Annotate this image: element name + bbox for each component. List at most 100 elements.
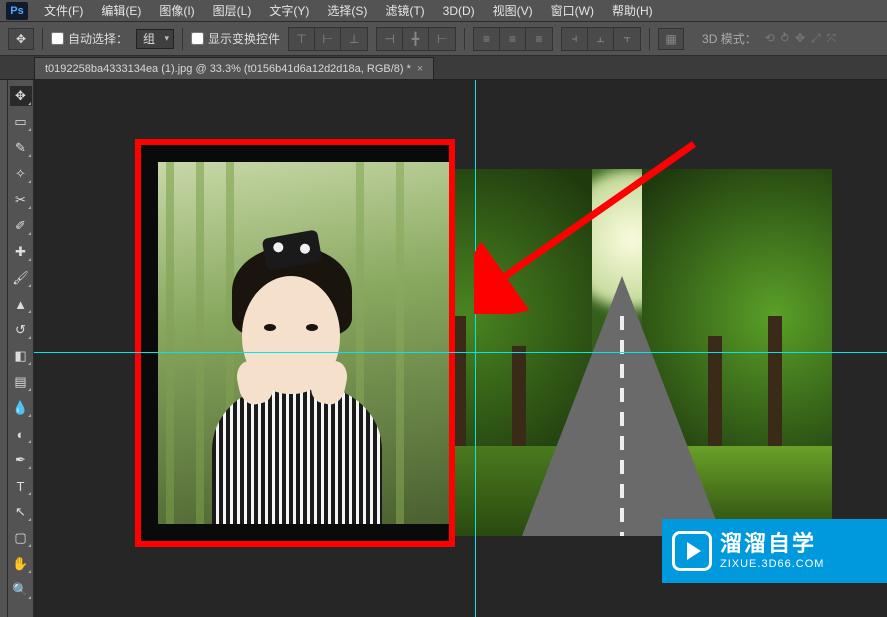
brush-tool[interactable]: 🖌 [10,268,32,288]
menu-3d[interactable]: 3D(D) [435,2,483,20]
menu-image[interactable]: 图像(I) [151,0,202,21]
divider [182,28,183,50]
road-line [620,316,624,536]
slide-3d-icon[interactable]: ⤢ [811,31,821,46]
flyout-indicator-icon [28,206,31,209]
menu-layer[interactable]: 图层(L) [205,0,260,21]
move-tool-indicator-icon[interactable]: ✥ [8,28,34,50]
flyout-indicator-icon [28,258,31,261]
document-tab-title: t0192258ba4333134ea (1).jpg @ 33.3% (t01… [45,63,411,75]
align-group-1: ⊤ ⊢ ⊥ [288,27,368,51]
path-select-tool[interactable]: ↖ [10,502,32,522]
show-transform-checkbox[interactable]: 显示变换控件 [191,30,280,47]
flyout-indicator-icon [28,154,31,157]
flyout-indicator-icon [28,232,31,235]
flyout-indicator-icon [28,466,31,469]
divider [649,28,650,50]
menu-type[interactable]: 文字(Y) [261,0,317,21]
roll-3d-icon[interactable]: ⥁ [781,31,789,46]
lasso-tool[interactable]: ✎ [10,138,32,158]
align-vcenter-icon[interactable]: ⊢ [315,28,341,50]
flyout-indicator-icon [28,336,31,339]
eyedropper-tool[interactable]: ✐ [10,216,32,236]
dist-top-icon[interactable]: ≡ [474,28,500,50]
bamboo [396,162,404,524]
mode3d-label: 3D 模式： [702,30,757,47]
pan-3d-icon[interactable]: ✥ [795,31,805,46]
show-transform-label: 显示变换控件 [208,30,280,47]
flyout-indicator-icon [28,518,31,521]
options-bar: ✥ 自动选择： 组 显示变换控件 ⊤ ⊢ ⊥ ⊣ ╋ ⊢ ≡ ≡ ≡ ⫞ ⫠ ⫟… [0,22,887,56]
flyout-indicator-icon [28,310,31,313]
figure-eye [306,324,318,331]
flyout-indicator-icon [28,102,31,105]
pen-tool[interactable]: ✒ [10,450,32,470]
menu-edit[interactable]: 编辑(E) [93,0,149,21]
dodge-tool[interactable]: ◐ [10,424,32,444]
eraser-tool[interactable]: ◧ [10,346,32,366]
move-tool[interactable]: ✥ [10,86,32,106]
flyout-indicator-icon [28,596,31,599]
align-top-icon[interactable]: ⊤ [289,28,315,50]
menu-bar: Ps 文件(F) 编辑(E) 图像(I) 图层(L) 文字(Y) 选择(S) 滤… [0,0,887,22]
document-tab-bar: t0192258ba4333134ea (1).jpg @ 33.3% (t01… [0,56,887,80]
hand-tool[interactable]: ✋ [10,554,32,574]
zoom-tool[interactable]: 🔍 [10,580,32,600]
menu-view[interactable]: 视图(V) [485,0,541,21]
orbit-3d-icon[interactable]: ⟲ [765,31,775,46]
healing-brush-tool[interactable]: ✚ [10,242,32,262]
menu-window[interactable]: 窗口(W) [543,0,602,21]
history-brush-tool[interactable]: ↺ [10,320,32,340]
scale-3d-icon[interactable]: ⤧ [827,31,837,46]
marquee-tool[interactable]: ▭ [10,112,32,132]
bamboo [166,162,174,524]
dist-hcenter-icon[interactable]: ⫠ [588,28,614,50]
flyout-indicator-icon [28,284,31,287]
close-tab-icon[interactable]: × [417,63,423,75]
auto-select-checkbox[interactable]: 自动选择： [51,30,128,47]
collapse-strip[interactable] [0,80,8,617]
flyout-indicator-icon [28,440,31,443]
dist-right-icon[interactable]: ⫟ [614,28,640,50]
guide-vertical[interactable] [475,80,476,617]
menu-select[interactable]: 选择(S) [319,0,375,21]
gradient-tool[interactable]: ▤ [10,372,32,392]
flyout-indicator-icon [28,128,31,131]
toolbox: ✥ ▭ ✎ ✧ ✂ ✐ ✚ 🖌 ▲ ↺ ◧ ▤ 💧 ◐ ✒ T ↖ ▢ ✋ 🔍 [8,80,34,617]
crop-tool[interactable]: ✂ [10,190,32,210]
type-tool[interactable]: T [10,476,32,496]
menu-file[interactable]: 文件(F) [36,0,91,21]
auto-select-type-value: 组 [143,30,155,47]
magic-wand-tool[interactable]: ✧ [10,164,32,184]
mode3d-icons: ⟲ ⥁ ✥ ⤢ ⤧ [765,31,837,46]
canvas-area[interactable]: 溜溜自学 ZIXUE.3D66.COM [34,80,887,617]
auto-align-icon[interactable]: ▦ [658,28,684,50]
layer-portrait-image[interactable] [158,162,449,524]
figure-body [212,386,382,524]
dist-left-icon[interactable]: ⫞ [562,28,588,50]
annotation-selection-box [135,139,455,547]
menu-filter[interactable]: 滤镜(T) [377,0,432,21]
align-group-2: ⊣ ╋ ⊢ [376,27,456,51]
guide-horizontal[interactable] [34,352,887,353]
watermark-main: 溜溜自学 [720,531,824,557]
align-bottom-icon[interactable]: ⊥ [341,28,367,50]
auto-select-input[interactable] [51,32,64,45]
divider [464,28,465,50]
play-icon [672,531,712,571]
show-transform-input[interactable] [191,32,204,45]
document-tab[interactable]: t0192258ba4333134ea (1).jpg @ 33.3% (t01… [34,57,434,79]
flyout-indicator-icon [28,544,31,547]
dist-bottom-icon[interactable]: ≡ [526,28,552,50]
app-logo-icon: Ps [6,2,28,20]
flyout-indicator-icon [28,362,31,365]
align-hcenter-icon[interactable]: ╋ [403,28,429,50]
auto-select-type-dropdown[interactable]: 组 [136,29,174,49]
rectangle-tool[interactable]: ▢ [10,528,32,548]
dist-vcenter-icon[interactable]: ≡ [500,28,526,50]
blur-tool[interactable]: 💧 [10,398,32,418]
align-left-icon[interactable]: ⊣ [377,28,403,50]
align-right-icon[interactable]: ⊢ [429,28,455,50]
menu-help[interactable]: 帮助(H) [604,0,661,21]
stamp-tool[interactable]: ▲ [10,294,32,314]
